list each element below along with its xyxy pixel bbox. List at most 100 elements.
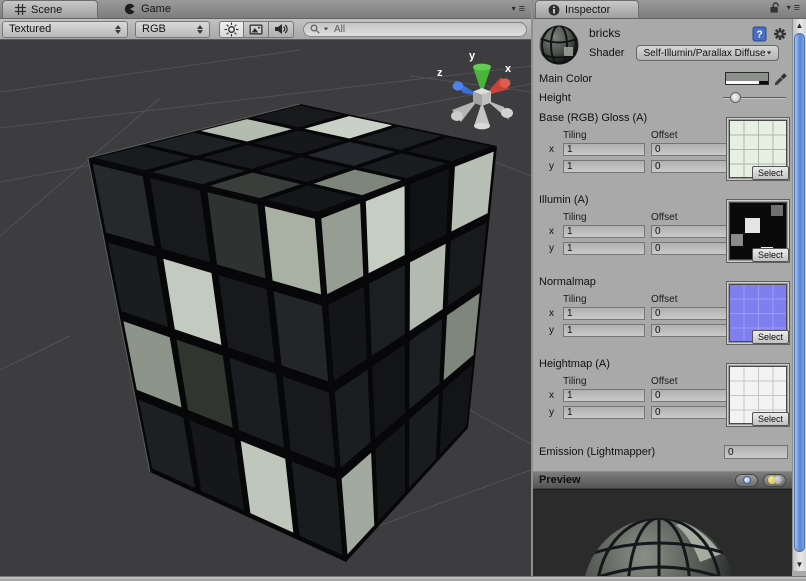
axis-y-label: y bbox=[549, 325, 563, 336]
select-button[interactable]: Select bbox=[752, 330, 789, 344]
scene-gizmo[interactable]: y x z bbox=[437, 50, 513, 129]
scene-toolbar: Textured RGB bbox=[0, 19, 531, 40]
tab-inspector[interactable]: Inspector bbox=[535, 0, 639, 18]
tiling-y-input[interactable] bbox=[563, 324, 645, 337]
height-slider[interactable] bbox=[723, 91, 786, 104]
tab-scene[interactable]: Scene bbox=[2, 0, 98, 18]
sphere-icon bbox=[743, 476, 751, 484]
unity-play-icon bbox=[124, 3, 136, 15]
preview-title: Preview bbox=[539, 474, 581, 486]
texture-thumbnail-base[interactable]: Select bbox=[726, 117, 790, 181]
material-info: bricks Shader Self-Illumin/Parallax Diff… bbox=[589, 24, 779, 66]
select-button[interactable]: Select bbox=[752, 248, 789, 262]
height-row: Height bbox=[533, 88, 792, 107]
select-button[interactable]: Select bbox=[752, 412, 789, 426]
tiling-label: Tiling bbox=[563, 294, 645, 305]
texture-section-illumin: Illumin (A) Tiling Offset x y bbox=[533, 189, 792, 271]
unity-editor-window: Scene Game ▾ ≡ Textured RGB bbox=[0, 0, 806, 581]
scene-search-field[interactable] bbox=[303, 22, 527, 37]
tiling-label: Tiling bbox=[563, 376, 645, 387]
emission-input[interactable] bbox=[724, 445, 788, 459]
select-button[interactable]: Select bbox=[752, 166, 789, 180]
panel-hamburger-icon[interactable]: ≡ bbox=[794, 3, 800, 13]
material-name: bricks bbox=[589, 26, 779, 40]
shader-label: Shader bbox=[589, 47, 624, 59]
eyedropper-icon[interactable] bbox=[774, 72, 788, 86]
scrollbar-thumb[interactable] bbox=[794, 33, 805, 552]
preview-mesh-button[interactable] bbox=[735, 474, 758, 487]
axis-x-label: x bbox=[549, 144, 563, 155]
scene-tabbar: Scene Game ▾ ≡ bbox=[0, 0, 531, 19]
tab-inspector-label: Inspector bbox=[565, 4, 610, 16]
inspector-body: bricks Shader Self-Illumin/Parallax Diff… bbox=[533, 19, 792, 576]
tiling-y-input[interactable] bbox=[563, 406, 645, 419]
panel-dropdown-icon: ▾ bbox=[512, 5, 516, 13]
window-bottom-edge bbox=[0, 576, 806, 581]
dropdown-arrows-icon bbox=[197, 25, 203, 34]
tiling-y-input[interactable] bbox=[563, 160, 645, 173]
emission-row: Emission (Lightmapper) bbox=[533, 441, 792, 463]
sun-icon bbox=[224, 22, 239, 37]
gear-icon[interactable] bbox=[773, 27, 788, 41]
tiling-label: Tiling bbox=[563, 130, 645, 141]
preview-light-toggle-button[interactable] bbox=[763, 474, 786, 487]
shader-dropdown[interactable]: Self-Illumin/Parallax Diffuse bbox=[636, 45, 779, 61]
search-input[interactable] bbox=[332, 23, 520, 36]
speaker-icon bbox=[274, 23, 289, 35]
preview-area[interactable] bbox=[533, 489, 792, 576]
texture-thumbnail-normalmap[interactable]: Select bbox=[726, 281, 790, 345]
emission-label: Emission (Lightmapper) bbox=[539, 446, 724, 458]
gizmo-x-label: x bbox=[505, 63, 512, 75]
slider-thumb[interactable] bbox=[730, 92, 741, 103]
svg-text:?: ? bbox=[756, 30, 762, 41]
panel-dropdown-icon[interactable]: ▾ bbox=[787, 4, 791, 12]
texture-section-heightmap: Heightmap (A) Tiling Offset x y Select bbox=[533, 353, 792, 435]
panel-hamburger-icon: ≡ bbox=[519, 4, 525, 14]
render-mode-dropdown[interactable]: Textured bbox=[2, 21, 128, 38]
chevron-down-icon bbox=[767, 51, 772, 54]
scene-panel: Scene Game ▾ ≡ Textured RGB bbox=[0, 0, 531, 576]
info-icon bbox=[548, 4, 560, 16]
render-mode-value: Textured bbox=[9, 23, 51, 35]
search-icon bbox=[310, 24, 320, 34]
inspector-scrollbar[interactable]: ▲ ▼ bbox=[792, 19, 806, 571]
inspector-panel: Inspector ▾ ≡ bbox=[533, 0, 806, 576]
scroll-up-arrow[interactable]: ▲ bbox=[793, 19, 806, 32]
textured-cube[interactable] bbox=[88, 104, 497, 562]
axis-y-label: y bbox=[549, 161, 563, 172]
tab-game-label: Game bbox=[141, 3, 171, 15]
audio-toggle-button[interactable] bbox=[269, 21, 294, 38]
gizmo-z-label: z bbox=[437, 67, 443, 79]
material-header: bricks Shader Self-Illumin/Parallax Diff… bbox=[533, 19, 792, 69]
tab-scene-label: Scene bbox=[31, 4, 62, 16]
shader-value: Self-Illumin/Parallax Diffuse bbox=[643, 48, 765, 59]
tiling-x-input[interactable] bbox=[563, 389, 645, 402]
inspector-tabbar: Inspector ▾ ≡ bbox=[533, 0, 806, 19]
axis-x-label: x bbox=[549, 390, 563, 401]
search-filter-arrow-icon[interactable] bbox=[324, 28, 328, 31]
lighting-toggle-button[interactable] bbox=[219, 21, 244, 38]
texture-thumbnail-heightmap[interactable]: Select bbox=[726, 363, 790, 427]
scene-viewport[interactable]: y x z bbox=[0, 40, 531, 576]
scene-panel-menu[interactable]: ▾ ≡ bbox=[512, 4, 531, 18]
tiling-x-input[interactable] bbox=[563, 143, 645, 156]
preview-sphere bbox=[533, 490, 792, 576]
scene-toggle-buttons bbox=[219, 21, 294, 38]
scroll-down-arrow[interactable]: ▼ bbox=[793, 558, 806, 571]
texture-thumbnail-illumin[interactable]: Select bbox=[726, 199, 790, 263]
tiling-x-input[interactable] bbox=[563, 307, 645, 320]
skybox-toggle-button[interactable] bbox=[244, 21, 269, 38]
help-book-icon[interactable]: ? bbox=[752, 26, 767, 42]
tab-game[interactable]: Game bbox=[112, 0, 183, 18]
tiling-x-input[interactable] bbox=[563, 225, 645, 238]
texture-section-normalmap: Normalmap Tiling Offset x y Select bbox=[533, 271, 792, 353]
main-color-swatch[interactable] bbox=[725, 72, 769, 85]
axis-y-label: y bbox=[549, 243, 563, 254]
tiling-y-input[interactable] bbox=[563, 242, 645, 255]
gizmo-center-cube[interactable] bbox=[473, 88, 491, 106]
preview-header[interactable]: Preview bbox=[533, 471, 792, 489]
inspector-panel-menu: ▾ ≡ bbox=[769, 1, 806, 18]
color-channel-dropdown[interactable]: RGB bbox=[135, 21, 210, 38]
lock-icon[interactable] bbox=[769, 1, 780, 14]
grid-icon bbox=[15, 4, 26, 15]
